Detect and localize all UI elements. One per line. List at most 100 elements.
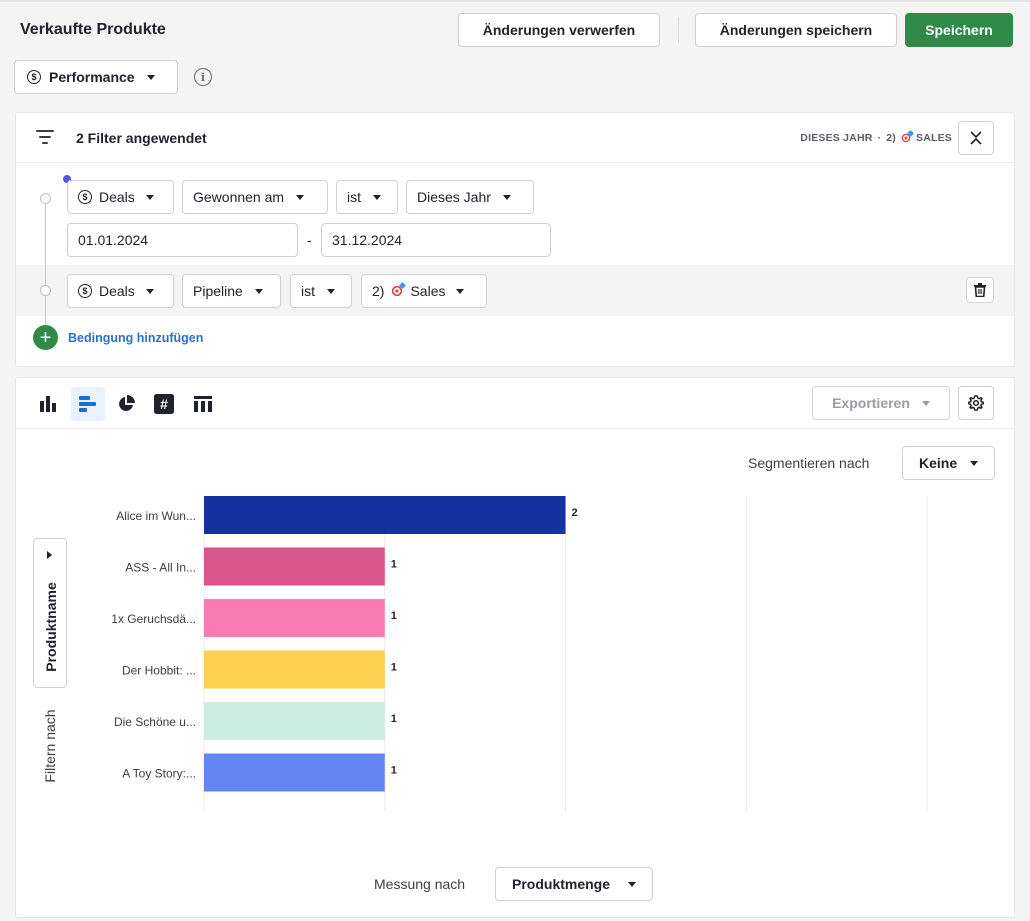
bar-chart-icon — [79, 396, 96, 412]
bar — [204, 599, 385, 637]
date-to-input[interactable]: 31.12.2024 — [321, 223, 551, 257]
condition-node — [40, 193, 51, 204]
condition-timeline — [45, 197, 46, 335]
dropdown-value: Deals — [99, 283, 135, 299]
condition-1-value-dropdown[interactable]: Dieses Jahr — [406, 180, 534, 214]
chart-toolbar: # Exportieren — [16, 378, 1014, 429]
chevron-down-icon — [254, 288, 263, 294]
measure-dropdown[interactable]: Produktmenge — [495, 867, 653, 901]
bar — [204, 650, 385, 689]
export-dropdown[interactable]: Exportieren — [812, 386, 950, 420]
y-tick-label: Die Schöne u... — [114, 715, 196, 729]
add-condition-button[interactable]: + Bedingung hinzufügen — [33, 325, 203, 350]
dropdown-value: Sales — [410, 283, 446, 299]
condition-1-operator-dropdown[interactable]: ist — [336, 180, 398, 214]
data-label: 1 — [391, 662, 397, 674]
plus-icon: + — [33, 325, 58, 350]
top-border — [0, 0, 1030, 2]
dollar-circle-icon: $ — [78, 284, 92, 298]
group-by-tab[interactable]: Produktname — [33, 538, 67, 688]
condition-1-field-dropdown[interactable]: Gewonnen am — [182, 180, 328, 214]
segment-dropdown[interactable]: Keine — [902, 446, 995, 480]
chart-type-pie-button[interactable] — [109, 387, 143, 421]
delete-condition-button[interactable] — [966, 277, 994, 303]
bar — [204, 753, 385, 792]
y-tick-label: 1x Geruchsdä... — [111, 612, 196, 626]
chevron-down-icon — [502, 194, 511, 200]
collapse-icon — [970, 131, 982, 145]
group-by-label: Produktname — [43, 582, 59, 672]
dollar-circle-icon: $ — [27, 70, 41, 84]
filter-icon[interactable] — [36, 130, 54, 144]
chevron-down-icon — [373, 194, 381, 200]
chart-settings-button[interactable] — [958, 386, 994, 420]
chevron-down-icon — [145, 194, 154, 200]
trash-icon — [974, 283, 986, 297]
chevron-down-icon — [145, 288, 154, 294]
save-changes-button[interactable]: Änderungen speichern — [695, 13, 897, 47]
discard-changes-button[interactable]: Änderungen verwerfen — [458, 13, 660, 47]
condition-1-entity-dropdown[interactable]: $ Deals — [67, 180, 174, 214]
condition-2-entity-dropdown[interactable]: $ Deals — [67, 274, 174, 308]
target-icon — [900, 133, 911, 143]
data-label: 1 — [391, 610, 397, 622]
caret-right-icon — [47, 551, 52, 559]
chart-type-column-button[interactable] — [32, 387, 66, 421]
column-chart-icon — [40, 396, 56, 412]
summary-period: DIESES JAHR — [800, 132, 873, 144]
y-tick-label: A Toy Story:... — [122, 767, 196, 781]
table-icon — [194, 396, 212, 412]
chart-type-number-button[interactable]: # — [147, 387, 181, 421]
report-type-value: Performance — [49, 69, 135, 85]
chevron-down-icon — [146, 74, 155, 80]
chevron-down-icon — [327, 288, 335, 294]
bar — [204, 547, 385, 586]
y-tick-label: Alice im Wun... — [116, 509, 196, 523]
bar — [204, 496, 566, 534]
pie-chart-icon — [119, 395, 135, 411]
collapse-filters-button[interactable] — [958, 121, 994, 155]
page-title: Verkaufte Produkte — [20, 21, 166, 38]
condition-2-field-dropdown[interactable]: Pipeline — [182, 274, 281, 308]
pipeline-number: 2) — [372, 283, 385, 299]
condition-2-value-dropdown[interactable]: 2) Sales — [361, 274, 487, 308]
segment-value: Keine — [919, 455, 958, 471]
filter-header: 2 Filter angewendet DIESES JAHR · 2) SAL… — [16, 113, 1014, 163]
data-label: 1 — [391, 765, 397, 777]
dropdown-value: Deals — [99, 189, 135, 205]
measure-value: Produktmenge — [512, 876, 611, 892]
info-icon[interactable]: i — [194, 68, 212, 86]
gear-icon — [968, 395, 984, 411]
chart-panel: # Exportieren Segmentieren nach Keine Pr… — [15, 377, 1015, 918]
chevron-down-icon — [456, 288, 465, 294]
svg-text:#: # — [160, 396, 168, 412]
data-label: 1 — [391, 713, 397, 725]
y-tick-label: Der Hobbit: ... — [122, 664, 196, 678]
chart-type-table-button[interactable] — [186, 387, 220, 421]
data-label: 2 — [572, 507, 578, 519]
export-label: Exportieren — [832, 395, 910, 411]
dropdown-value: ist — [347, 189, 361, 205]
summary-pipeline: SALES — [915, 132, 952, 144]
report-type-dropdown[interactable]: $ Performance — [14, 60, 178, 94]
dollar-circle-icon: $ — [78, 190, 92, 204]
date-from-input[interactable]: 01.01.2024 — [67, 223, 298, 257]
bar — [204, 702, 385, 740]
chevron-down-icon — [970, 460, 978, 466]
target-icon — [391, 285, 404, 297]
condition-node — [40, 285, 51, 296]
dropdown-value: Pipeline — [193, 283, 243, 299]
chevron-down-icon — [628, 881, 636, 887]
condition-2-operator-dropdown[interactable]: ist — [290, 274, 352, 308]
add-condition-label: Bedingung hinzufügen — [68, 330, 204, 345]
save-button[interactable]: Speichern — [905, 13, 1013, 47]
data-label: 1 — [391, 559, 397, 571]
chart-type-bar-button[interactable] — [71, 387, 105, 421]
filter-panel: 2 Filter angewendet DIESES JAHR · 2) SAL… — [15, 112, 1015, 367]
bar-chart: 01234Alice im Wun...2ASS - All In...11x … — [111, 496, 928, 811]
divider — [678, 17, 679, 43]
dropdown-value: Gewonnen am — [193, 189, 285, 205]
summary-dot: · — [877, 132, 882, 144]
number-icon: # — [154, 394, 174, 414]
filter-summary: DIESES JAHR · 2) SALES — [800, 132, 952, 144]
